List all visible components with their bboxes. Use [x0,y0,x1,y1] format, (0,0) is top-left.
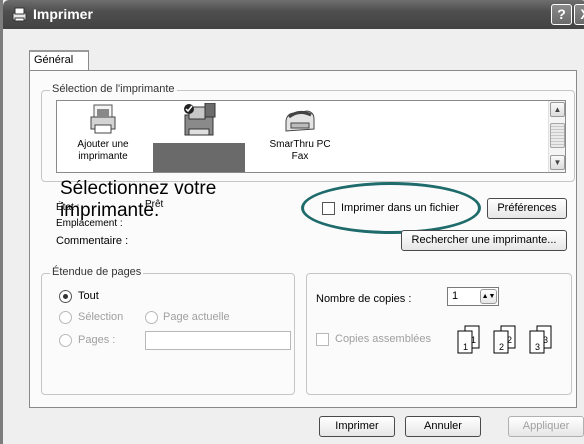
radio-all-label: Tout [78,290,99,302]
find-printer-label: Rechercher une imprimante... [411,234,557,246]
page-range-label: Étendue de pages [50,266,144,278]
add-printer-icon [90,104,116,134]
collate-num-2a: 2 [499,342,505,352]
collate-label: Copies assemblées [335,333,431,345]
collate-num-1a: 1 [463,342,469,352]
copies-count-label: Nombre de copies : [316,293,412,305]
preferences-button[interactable]: Préférences [487,198,567,219]
printer-item-add[interactable]: Ajouter une imprimante [65,103,141,163]
tab-general[interactable]: Général [29,50,89,71]
help-icon: ? [557,6,566,22]
printer-icon [12,7,27,22]
radio-selection[interactable] [59,311,72,324]
add-printer-label-2: imprimante [78,151,128,162]
fax-icon [285,110,315,132]
etat-value: Prêt [145,199,164,210]
fax-label-1: SmarThru PC [269,139,331,150]
apply-button-label: Appliquer [522,420,570,432]
collate-checkbox[interactable] [316,333,329,346]
radio-all[interactable] [59,290,72,303]
preferences-label: Préférences [497,202,557,214]
default-printer-icon [184,103,216,136]
close-button[interactable]: X [574,4,584,25]
chevron-down-icon: ▼ [553,158,562,167]
radio-current-page[interactable] [145,311,158,324]
radio-pages-label: Pages : [78,334,116,346]
apply-button[interactable]: Appliquer [508,416,584,437]
tab-general-label: Général [34,54,74,66]
copies-spinner[interactable]: ▲▼ [480,289,497,304]
title-bar[interactable]: Imprimer ? X [3,0,584,29]
print-button-label: Imprimer [335,420,379,432]
instruction-text-line1: Sélectionnez votre [60,178,217,199]
etat-label: État : [56,202,80,213]
printer-selection-label: Sélection de l'imprimante [50,83,177,95]
fax-label-2: Fax [291,151,309,162]
radio-all-dot [63,294,68,299]
close-icon: X [580,6,584,22]
collate-num-1b: 1 [471,335,477,345]
window-title: Imprimer [33,6,93,22]
collate-illustration: 1 1 2 2 3 3 [457,322,567,362]
radio-selection-label: Sélection [78,311,124,323]
scroll-thumb[interactable] [550,123,565,148]
highlight-callout [301,182,481,234]
cancel-button-label: Annuler [424,420,462,432]
help-button[interactable]: ? [551,4,572,25]
print-dialog: Imprimer ? X Général Sélection de l'impr… [0,0,584,444]
commentaire-label: Commentaire : [56,235,129,247]
collate-num-3a: 3 [535,342,541,352]
selected-printer-highlight [153,143,245,172]
print-button[interactable]: Imprimer [319,416,395,437]
printer-item-default[interactable] [153,103,245,172]
scroll-up-button[interactable]: ▲ [550,102,565,117]
chevron-up-icon: ▲ [553,105,562,114]
find-printer-button[interactable]: Rechercher une imprimante... [401,230,567,251]
pages-input[interactable] [145,331,291,350]
printer-list-scrollbar[interactable]: ▲ ▼ [548,101,565,172]
copies-count-value: 1 [452,290,459,302]
radio-pages[interactable] [59,334,72,347]
scroll-down-button[interactable]: ▼ [550,155,565,170]
radio-current-page-label: Page actuelle [163,311,230,323]
collate-num-2b: 2 [507,335,513,345]
printer-item-fax[interactable]: SmarThru PC Fax [257,107,343,163]
printer-list[interactable]: Ajouter une imprimante SmarThru PC Fax ▲… [56,100,566,173]
spinner-icon: ▲▼ [481,293,496,300]
collate-num-3b: 3 [543,335,549,345]
emplacement-label: Emplacement : [56,218,123,229]
add-printer-label-1: Ajouter une [77,139,129,150]
cancel-button[interactable]: Annuler [405,416,481,437]
